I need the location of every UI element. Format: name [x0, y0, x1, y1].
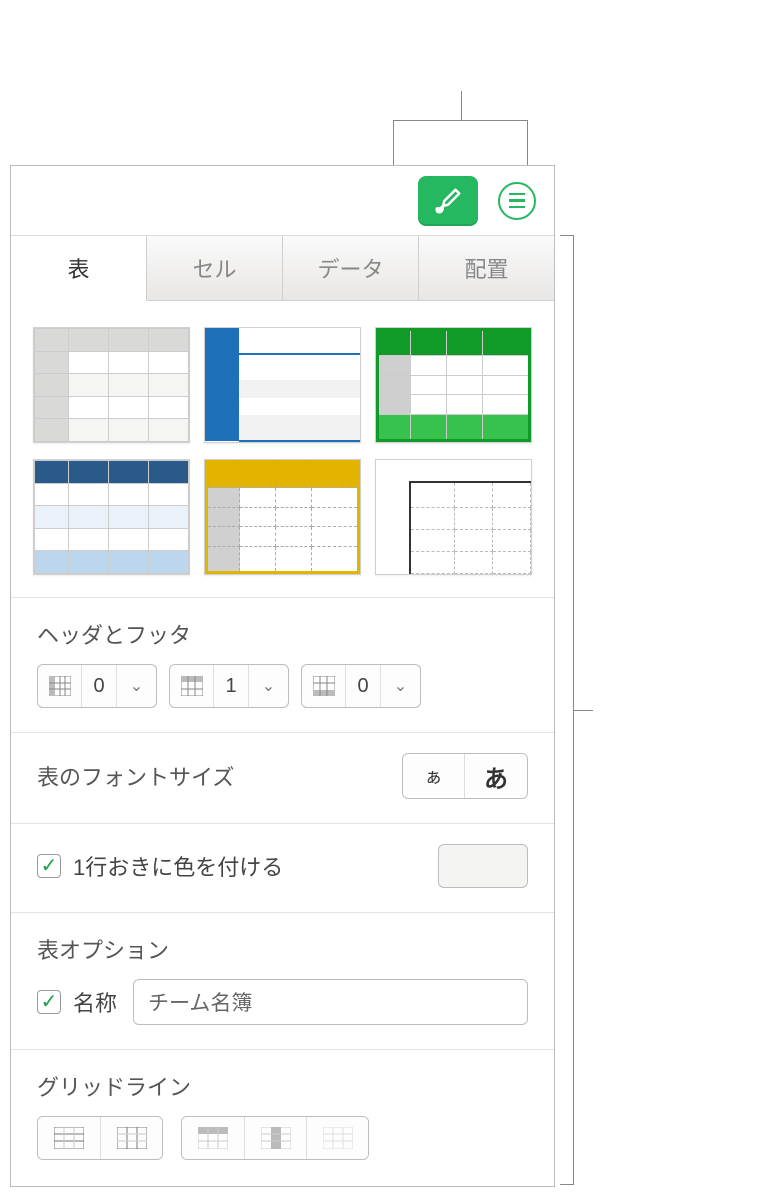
table-options-label: 表オプション	[37, 933, 528, 965]
table-styles-grid	[11, 301, 554, 598]
table-style-6[interactable]	[375, 459, 532, 575]
gridlines-vert-button[interactable]	[100, 1117, 162, 1159]
gridlines-horiz-button[interactable]	[38, 1117, 100, 1159]
section-alternating: ✓ 1行おきに色を付ける	[11, 824, 554, 913]
name-label: 名称	[73, 986, 117, 1018]
paintbrush-icon	[433, 186, 463, 216]
list-icon	[509, 193, 525, 209]
gridlines-header-col-button[interactable]	[244, 1117, 306, 1159]
section-headers-footers: ヘッダとフッタ 0 ⌄ 1 ⌄	[11, 598, 554, 733]
table-style-2[interactable]	[204, 327, 361, 443]
chevron-down-icon: ⌄	[116, 665, 156, 707]
header-rows-stepper[interactable]: 1 ⌄	[169, 664, 289, 708]
tab-cell[interactable]: セル	[147, 236, 283, 300]
callout-bracket-right	[560, 235, 574, 1185]
gridlines-body-segment	[37, 1116, 163, 1160]
alternating-label: 1行おきに色を付ける	[73, 850, 283, 882]
font-size-group: ぁ あ	[402, 753, 528, 799]
footer-rows-icon	[302, 665, 346, 707]
tab-bar: 表 セル データ 配置	[11, 236, 554, 301]
checkmark-icon: ✓	[37, 990, 61, 1014]
section-gridlines: グリッドライン	[11, 1050, 554, 1166]
chevron-down-icon: ⌄	[380, 665, 420, 707]
toolbar	[11, 166, 554, 236]
header-columns-value: 0	[82, 665, 116, 707]
gridlines-header-segment	[181, 1116, 369, 1160]
footer-rows-stepper[interactable]: 0 ⌄	[301, 664, 421, 708]
section-font-size: 表のフォントサイズ ぁ あ	[11, 733, 554, 824]
header-columns-stepper[interactable]: 0 ⌄	[37, 664, 157, 708]
header-rows-icon	[170, 665, 214, 707]
name-checkbox[interactable]: ✓ 名称	[37, 986, 117, 1018]
gridlines-footer-button[interactable]	[306, 1117, 368, 1159]
tab-data[interactable]: データ	[283, 236, 419, 300]
tab-table[interactable]: 表	[11, 236, 147, 301]
header-columns-icon	[38, 665, 82, 707]
chevron-down-icon: ⌄	[248, 665, 288, 707]
inspector-panel: 表 セル データ 配置	[10, 165, 555, 1187]
format-button[interactable]	[418, 176, 478, 226]
font-smaller-button[interactable]: ぁ	[403, 754, 465, 798]
table-style-5[interactable]	[204, 459, 361, 575]
table-name-input[interactable]	[133, 979, 528, 1025]
callout-bracket-top	[393, 120, 528, 165]
gridlines-header-row-button[interactable]	[182, 1117, 244, 1159]
alternating-checkbox[interactable]: ✓ 1行おきに色を付ける	[37, 850, 283, 882]
headers-footers-label: ヘッダとフッタ	[37, 618, 528, 650]
checkmark-icon: ✓	[37, 854, 61, 878]
gridlines-label: グリッドライン	[37, 1070, 528, 1102]
section-table-options: 表オプション ✓ 名称	[11, 913, 554, 1050]
alternating-color-well[interactable]	[438, 844, 528, 888]
font-larger-button[interactable]: あ	[465, 754, 527, 798]
table-style-4[interactable]	[33, 459, 190, 575]
header-rows-value: 1	[214, 665, 248, 707]
table-style-3[interactable]	[375, 327, 532, 443]
tab-content: ヘッダとフッタ 0 ⌄ 1 ⌄	[11, 301, 554, 1186]
font-size-label: 表のフォントサイズ	[37, 760, 234, 792]
tab-arrange[interactable]: 配置	[419, 236, 554, 300]
organize-button[interactable]	[498, 182, 536, 220]
table-style-1[interactable]	[33, 327, 190, 443]
footer-rows-value: 0	[346, 665, 380, 707]
